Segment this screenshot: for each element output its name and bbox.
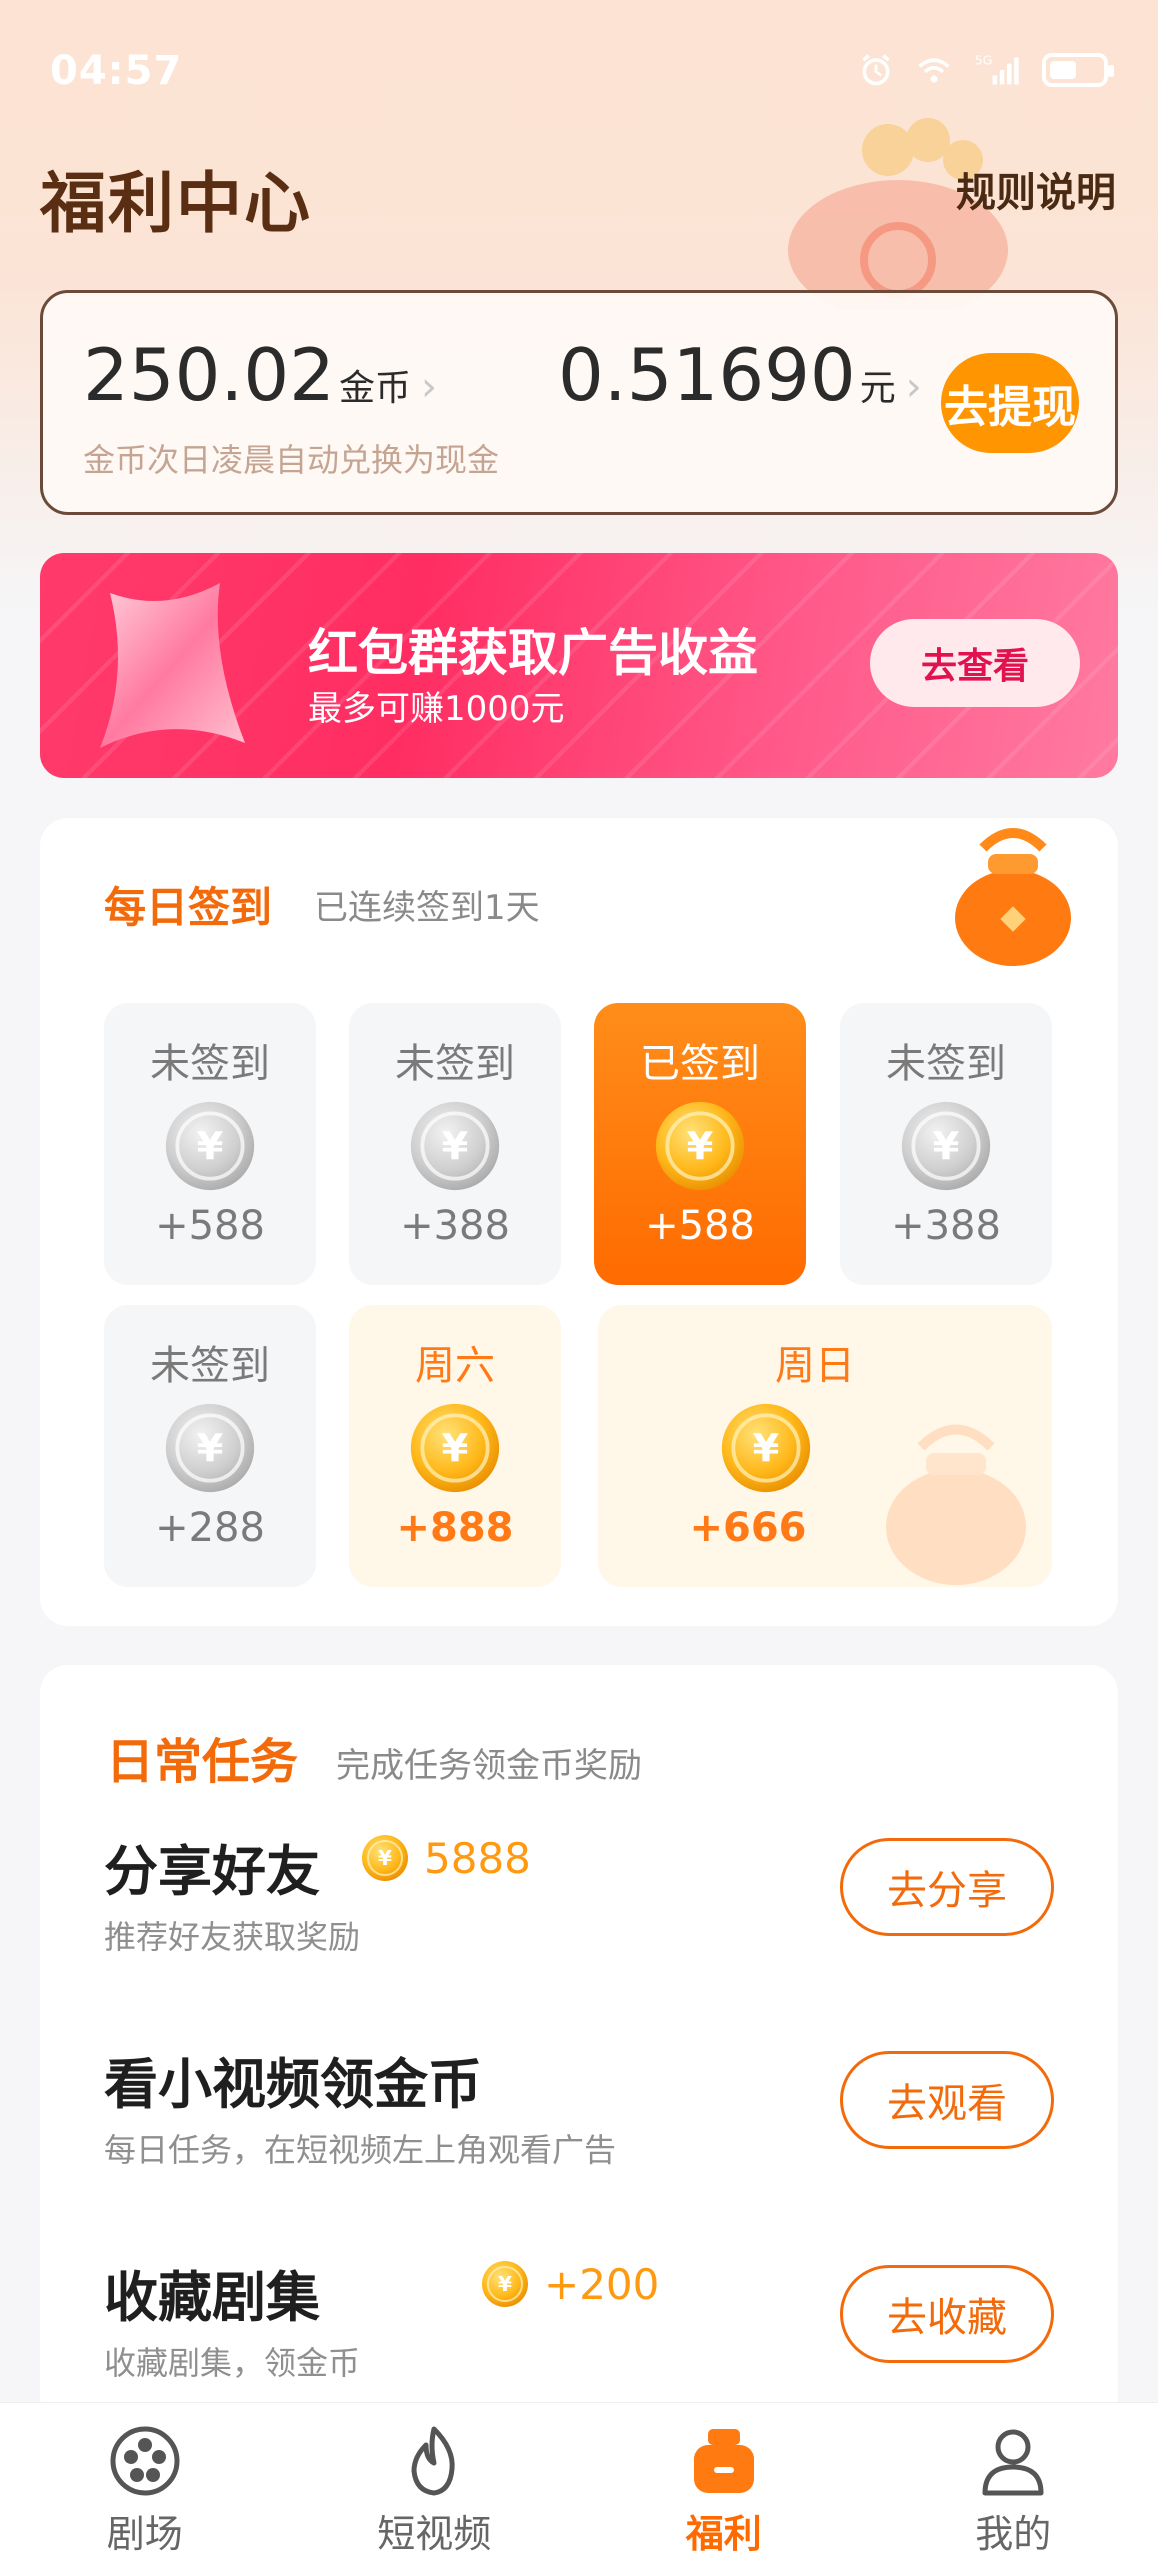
task-reward: +200: [480, 2259, 659, 2309]
nav-label: 剧场: [106, 2512, 183, 2556]
coin-balance-unit: 金币: [338, 368, 411, 409]
collect-button[interactable]: 去收藏: [840, 2265, 1054, 2363]
rules-link[interactable]: 规则说明: [956, 160, 1116, 218]
nav-item-profile[interactable]: 我的: [869, 2403, 1158, 2560]
bottom-nav: 剧场 短视频 福利 我的: [0, 2402, 1158, 2560]
gold-coin-icon: [407, 1400, 503, 1496]
daily-signin-card: 每日签到 已连续签到1天 未签到 +588 未签到 +388 已签到 +588 …: [40, 818, 1118, 1626]
signin-day-status: 未签到: [150, 1343, 270, 1389]
signin-day-4[interactable]: 未签到 +388: [840, 1003, 1052, 1285]
coin-balance[interactable]: 250.02 金币 ›: [83, 333, 437, 417]
signin-day-saturday[interactable]: 周六 +888: [349, 1305, 561, 1587]
signin-day-reward: +666: [689, 1505, 807, 1551]
signin-day-status: 未签到: [395, 1041, 515, 1087]
gold-coin-icon: [480, 2259, 530, 2309]
watch-button[interactable]: 去观看: [840, 2051, 1054, 2149]
signin-day-reward: +588: [155, 1203, 265, 1249]
promo-view-button[interactable]: 去查看: [870, 619, 1080, 707]
promo-shape-icon: [100, 583, 245, 748]
task-title: 分享好友: [104, 1840, 320, 1903]
task-reward: 5888: [360, 1833, 531, 1883]
chevron-right-icon: ›: [420, 364, 437, 410]
coin-balance-value: 250.02: [83, 333, 335, 417]
nav-item-short-video[interactable]: 短视频: [290, 2403, 580, 2560]
promo-subtitle: 最多可赚1000元: [308, 689, 565, 729]
signin-day-2[interactable]: 未签到 +388: [349, 1003, 561, 1285]
signin-day-reward: +388: [400, 1203, 510, 1249]
task-description: 每日任务，在短视频左上角观看广告: [104, 2131, 617, 2169]
silver-coin-icon: [162, 1400, 258, 1496]
signin-day-reward: +888: [396, 1505, 514, 1551]
gold-coin-icon: [652, 1098, 748, 1194]
signin-day-reward: +588: [645, 1203, 755, 1249]
signin-day-sunday[interactable]: 周日 +666: [598, 1305, 1052, 1587]
nav-item-welfare[interactable]: 福利: [579, 2403, 869, 2560]
silver-coin-icon: [162, 1098, 258, 1194]
film-reel-icon: [110, 2426, 180, 2496]
promo-banner[interactable]: 红包群获取广告收益 最多可赚1000元 去查看: [40, 553, 1118, 778]
task-title: 看小视频领金币: [104, 2053, 482, 2116]
battery-icon: [1042, 53, 1114, 87]
status-time: 04:57: [50, 48, 183, 94]
tasks-title: 日常任务: [106, 1734, 299, 1790]
signin-day-3[interactable]: 已签到 +588: [594, 1003, 806, 1285]
signin-day-status: 周日: [775, 1343, 855, 1389]
cash-balance[interactable]: 0.51690 元 ›: [558, 333, 922, 417]
balance-card: 250.02 金币 › 0.51690 元 › 金币次日凌晨自动兑换为现金 去提现: [40, 290, 1118, 515]
silver-coin-icon: [407, 1098, 503, 1194]
lucky-bag-icon: [886, 1424, 1026, 1585]
signin-day-status: 周六: [415, 1343, 495, 1389]
lucky-bag-icon: [955, 828, 1071, 966]
share-button[interactable]: 去分享: [840, 1838, 1054, 1936]
signin-day-1[interactable]: 未签到 +588: [104, 1003, 316, 1285]
silver-coin-icon: [898, 1098, 994, 1194]
promo-title: 红包群获取广告收益: [308, 624, 758, 682]
signal-icon: 5G: [975, 53, 1019, 85]
signin-day-reward: +388: [891, 1203, 1001, 1249]
nav-label: 短视频: [377, 2512, 492, 2556]
page-title: 福利中心: [40, 165, 312, 242]
signin-title: 每日签到: [104, 883, 273, 932]
flame-icon: [411, 2426, 455, 2496]
nav-label: 我的: [975, 2512, 1052, 2556]
signin-streak-text: 已连续签到1天: [314, 888, 540, 928]
status-icons: 5G: [856, 52, 1114, 88]
signin-day-status: 未签到: [150, 1041, 270, 1087]
signin-day-5[interactable]: 未签到 +288: [104, 1305, 316, 1587]
task-description: 收藏剧集，领金币: [104, 2344, 361, 2382]
task-title: 收藏剧集: [104, 2266, 320, 2329]
daily-tasks-card: 日常任务 完成任务领金币奖励 分享好友 5888 推荐好友获取奖励 去分享 看小…: [40, 1665, 1118, 2425]
withdraw-button[interactable]: 去提现: [941, 353, 1079, 453]
task-reward-value: 5888: [424, 1833, 531, 1883]
alarm-icon: [862, 54, 890, 86]
gold-coin-icon: [718, 1400, 814, 1496]
gift-bag-icon: [693, 2429, 754, 2493]
user-icon: [982, 2429, 1044, 2496]
network-label: 5G: [975, 53, 993, 68]
signin-day-status: 未签到: [886, 1041, 1006, 1087]
welfare-center-page: 04:57 5G 福利中心 规则说明 250.02 金币 › 0.51690 元…: [0, 0, 1158, 2560]
task-description: 推荐好友获取奖励: [104, 1918, 361, 1956]
balance-note: 金币次日凌晨自动兑换为现金: [83, 441, 500, 479]
nav-item-theater[interactable]: 剧场: [0, 2403, 290, 2560]
signin-day-reward: +288: [155, 1505, 265, 1551]
tasks-subtitle: 完成任务领金币奖励: [336, 1746, 642, 1786]
nav-label: 福利: [685, 2512, 762, 2556]
chevron-right-icon: ›: [905, 364, 922, 410]
wifi-icon: [918, 58, 950, 83]
cash-balance-unit: 元: [859, 368, 896, 409]
signin-day-status: 已签到: [640, 1041, 760, 1087]
gold-coin-icon: [360, 1833, 410, 1883]
cash-balance-value: 0.51690: [558, 333, 856, 417]
task-reward-value: +200: [544, 2259, 660, 2309]
